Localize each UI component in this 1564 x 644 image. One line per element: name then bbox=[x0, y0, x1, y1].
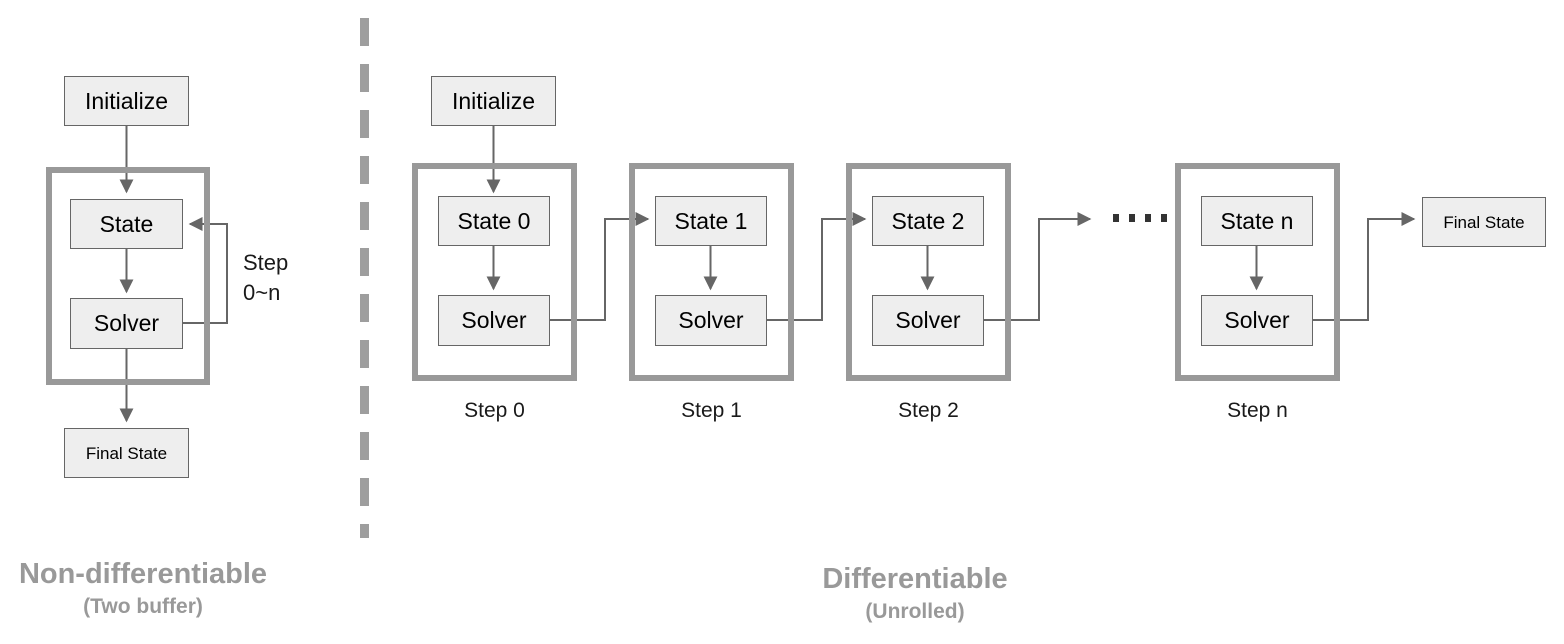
left-loop-label: Step 0~n bbox=[243, 248, 288, 308]
ellipsis-dot bbox=[1129, 214, 1135, 222]
ellipsis-dot bbox=[1161, 214, 1167, 222]
step-0-solver-label: Solver bbox=[461, 307, 527, 333]
ellipsis-dot bbox=[1145, 214, 1151, 222]
right-final-state-box[interactable]: Final State bbox=[1422, 197, 1546, 247]
step-1-solver-box[interactable]: Solver bbox=[655, 295, 767, 346]
left-caption-subtitle: (Two buffer) bbox=[83, 595, 203, 618]
step-1-state-label: State 1 bbox=[674, 207, 748, 234]
left-final-state-label: Final State bbox=[85, 443, 168, 463]
right-caption-title: Differentiable bbox=[822, 563, 1008, 595]
diagram-canvas: Initialize State Solver Final State Step… bbox=[0, 0, 1564, 644]
step-0-state-box[interactable]: State 0 bbox=[438, 196, 550, 246]
step-n-label: Step n bbox=[1227, 399, 1288, 422]
step-n-solver-label: Solver bbox=[1224, 307, 1290, 333]
step-0-state-label: State 0 bbox=[457, 207, 531, 234]
step-2-solver-box[interactable]: Solver bbox=[872, 295, 984, 346]
left-state-box[interactable]: State bbox=[70, 199, 183, 249]
step-0-solver-box[interactable]: Solver bbox=[438, 295, 550, 346]
right-caption-subtitle: (Unrolled) bbox=[865, 600, 965, 623]
step-1-state-box[interactable]: State 1 bbox=[655, 196, 767, 246]
step-2-solver-label: Solver bbox=[895, 307, 961, 333]
left-state-label: State bbox=[99, 210, 154, 237]
step-1-label: Step 1 bbox=[681, 399, 742, 422]
step-1-solver-label: Solver bbox=[678, 307, 744, 333]
ellipsis-dot bbox=[1113, 214, 1119, 222]
right-caption: Differentiable (Unrolled) bbox=[760, 561, 1070, 627]
left-caption-title: Non-differentiable bbox=[18, 558, 268, 590]
right-initialize-box[interactable]: Initialize bbox=[431, 76, 556, 126]
left-caption: Non-differentiable (Two buffer) bbox=[0, 556, 286, 622]
right-final-state-label: Final State bbox=[1443, 212, 1525, 232]
step-n-state-box[interactable]: State n bbox=[1201, 196, 1313, 246]
step-2-state-box[interactable]: State 2 bbox=[872, 196, 984, 246]
step-0-label: Step 0 bbox=[464, 399, 525, 422]
left-final-state-box[interactable]: Final State bbox=[64, 428, 189, 478]
step-2-label: Step 2 bbox=[898, 399, 959, 422]
left-solver-box[interactable]: Solver bbox=[70, 298, 183, 349]
left-initialize-label: Initialize bbox=[84, 87, 169, 114]
left-solver-label: Solver bbox=[93, 310, 160, 336]
step-n-solver-box[interactable]: Solver bbox=[1201, 295, 1313, 346]
left-loop-label-line2: 0~n bbox=[243, 280, 281, 305]
right-initialize-label: Initialize bbox=[451, 87, 536, 114]
left-initialize-box[interactable]: Initialize bbox=[64, 76, 189, 126]
step-n-state-label: State n bbox=[1220, 207, 1294, 234]
step-2-state-label: State 2 bbox=[891, 207, 965, 234]
left-loop-label-line1: Step bbox=[243, 250, 289, 275]
